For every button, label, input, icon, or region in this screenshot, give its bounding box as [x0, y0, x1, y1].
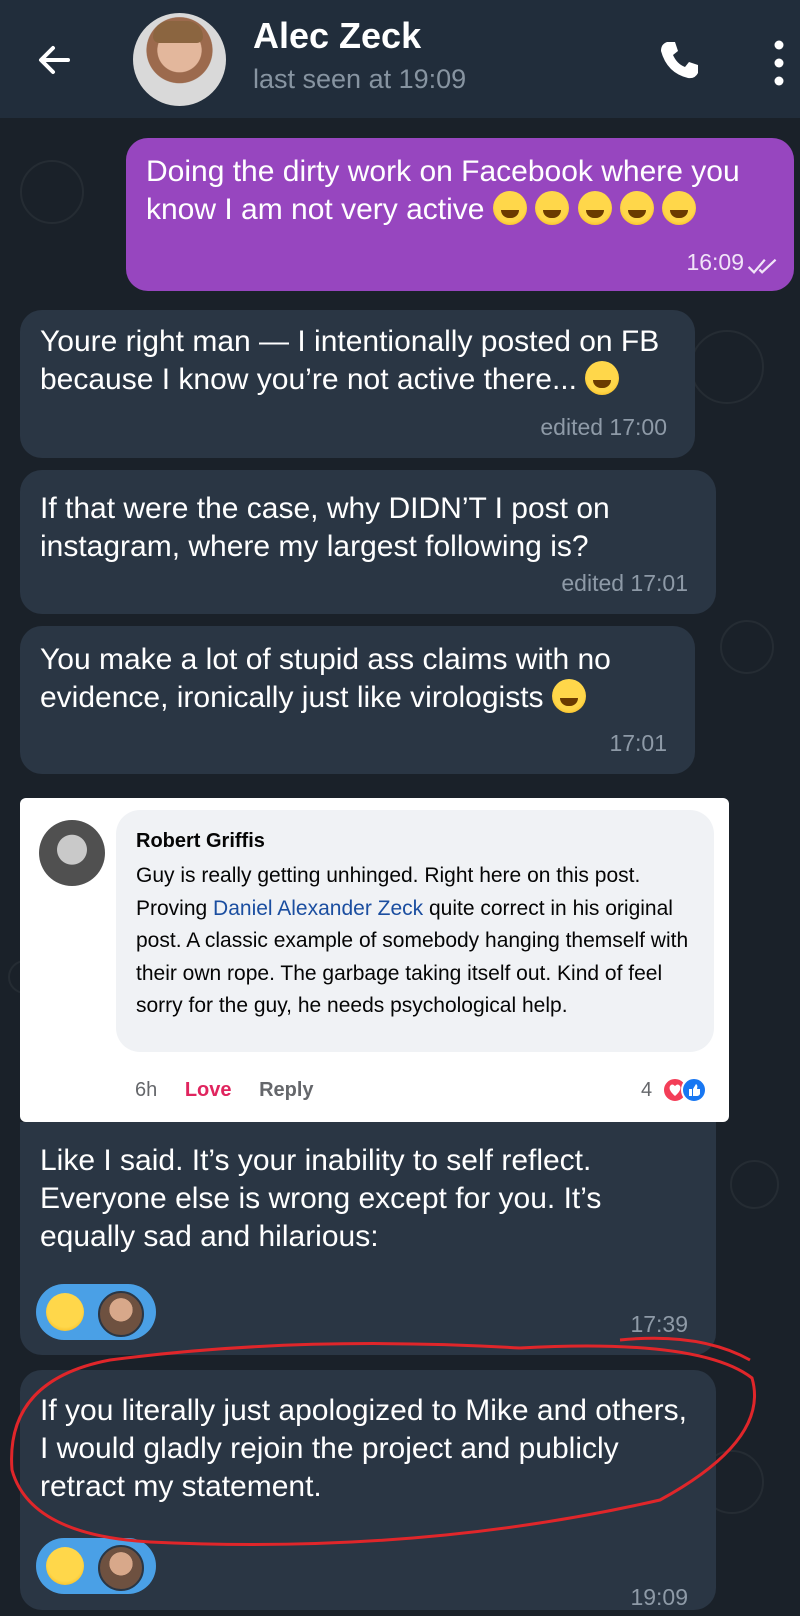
message-edited-time: edited 17:01: [561, 570, 688, 596]
yawn-emoji-icon: [585, 361, 620, 395]
message-bubble-outgoing[interactable]: Doing the dirty work on Facebook where y…: [126, 138, 794, 291]
comment-age: 6h: [135, 1079, 158, 1101]
joy-emoji-icon: [492, 191, 697, 226]
love-link[interactable]: Love: [185, 1079, 232, 1101]
message-bubble-incoming[interactable]: You make a lot of stupid ass claims with…: [20, 626, 695, 774]
commenter-avatar: [39, 820, 105, 886]
message-bubble-incoming[interactable]: If you literally just apologized to Mike…: [20, 1370, 716, 1610]
contact-name[interactable]: Alec Zeck: [253, 15, 421, 57]
message-text: Like I said. It’s your inability to self…: [40, 1144, 602, 1253]
message-text: You make a lot of stupid ass claims with…: [40, 643, 611, 714]
facebook-comment-screenshot[interactable]: Robert Griffis Guy is really getting unh…: [20, 798, 729, 1122]
love-like-reaction-icon: [662, 1077, 707, 1103]
message-bubble-incoming[interactable]: Like I said. It’s your inability to self…: [20, 1122, 716, 1355]
message-time: 17:01: [609, 730, 667, 756]
rofl-emoji-icon: [46, 1293, 84, 1331]
chat-header: Alec Zeck last seen at 19:09: [0, 0, 800, 118]
message-text: Youre right man — I intentionally posted…: [40, 325, 660, 396]
reaction-pill[interactable]: [36, 1538, 156, 1594]
reactor-avatar: [98, 1291, 144, 1337]
phone-icon[interactable]: [655, 36, 703, 84]
message-bubble-incoming[interactable]: If that were the case, why DIDN’T I post…: [20, 470, 716, 614]
comment-body: Robert Griffis Guy is really getting unh…: [116, 810, 714, 1052]
back-arrow-icon[interactable]: [30, 35, 80, 85]
comment-actions: 6h Love Reply: [135, 1079, 336, 1102]
message-time: 19:09: [630, 1584, 688, 1610]
mention-link[interactable]: Daniel Alexander Zeck: [213, 897, 423, 920]
reaction-pill[interactable]: [36, 1284, 156, 1340]
comment-author: Robert Griffis: [136, 830, 265, 852]
contact-avatar[interactable]: [133, 13, 226, 106]
woozy-emoji-icon: [551, 679, 586, 713]
message-time: 17:39: [630, 1311, 688, 1337]
comment-text: Guy is really getting unhinged. Right he…: [136, 864, 689, 1017]
message-bubble-incoming[interactable]: Youre right man — I intentionally posted…: [20, 310, 695, 458]
contact-last-seen: last seen at 19:09: [253, 64, 467, 94]
message-text: If you literally just apologized to Mike…: [40, 1394, 688, 1503]
reaction-count: 4: [641, 1079, 653, 1101]
message-edited-time: edited 17:00: [540, 414, 667, 440]
reactor-avatar: [98, 1545, 144, 1591]
message-text: If that were the case, why DIDN’T I post…: [40, 492, 610, 563]
message-time: 16:09: [686, 249, 744, 275]
double-check-icon: [747, 258, 777, 274]
rofl-emoji-icon: [46, 1547, 84, 1585]
reply-link[interactable]: Reply: [259, 1079, 313, 1101]
more-vertical-icon[interactable]: [772, 38, 786, 88]
